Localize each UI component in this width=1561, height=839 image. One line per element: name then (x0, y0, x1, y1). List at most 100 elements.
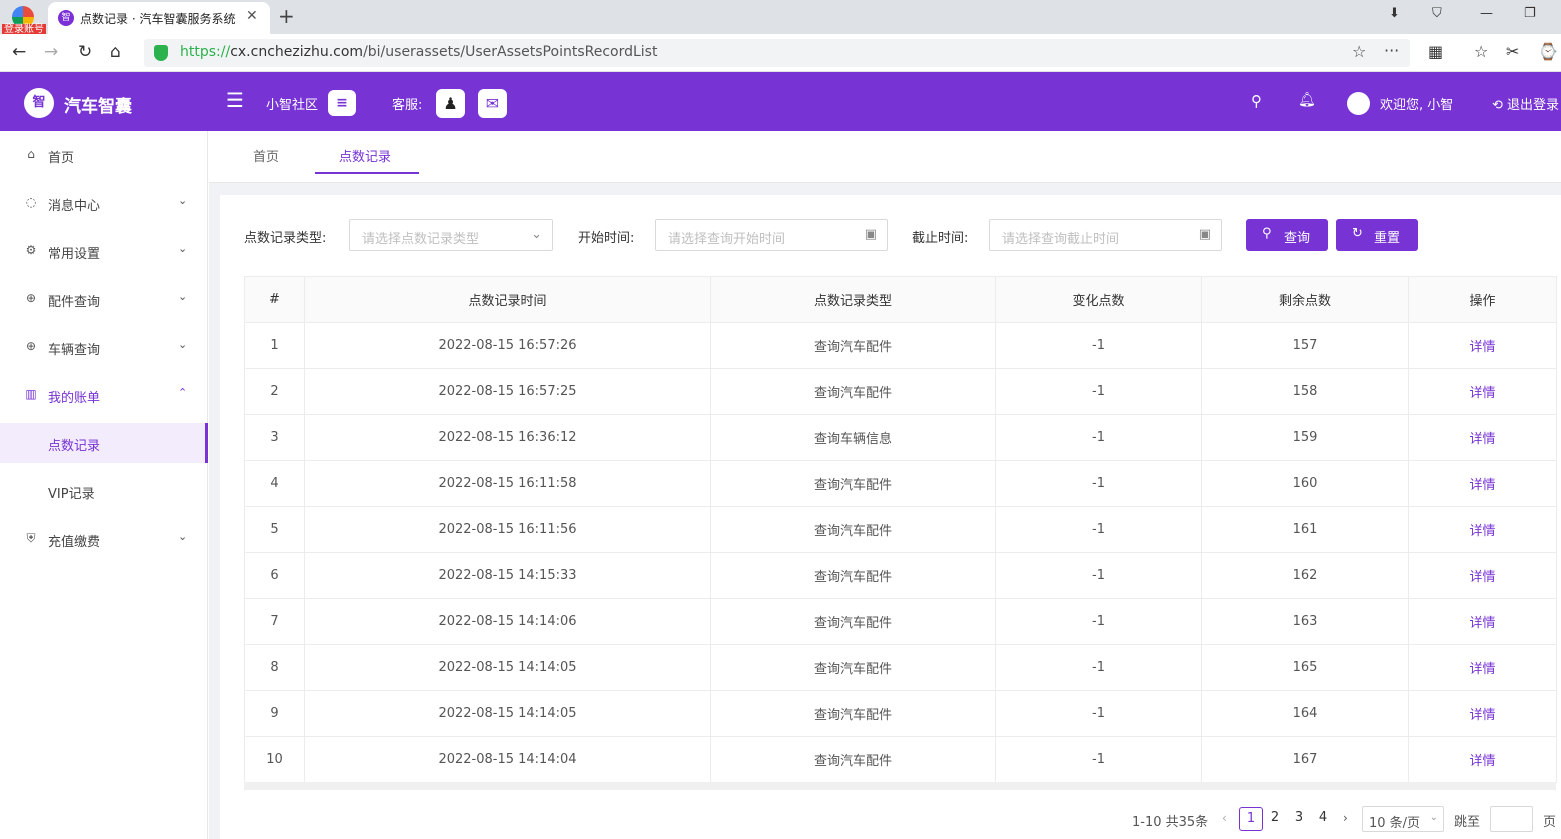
home-icon: ⌂ (27, 147, 35, 161)
search-button[interactable]: ⚲ 查询 (1246, 219, 1328, 251)
calendar-icon: ▣ (864, 227, 877, 242)
tab-close-icon[interactable]: ✕ (246, 8, 258, 24)
table-row: 2 2022-08-15 16:57:25 查询汽车配件 -1 158 详情 (244, 368, 1557, 415)
cell-type: 查询汽车配件 (710, 368, 996, 415)
sidebar-item-recharge[interactable]: ⛨ 充值缴费 ⌄ (0, 519, 208, 559)
cell-index: 2 (244, 368, 305, 415)
detail-link[interactable]: 详情 (1408, 552, 1557, 599)
cell-type: 查询车辆信息 (710, 414, 996, 461)
page-3[interactable]: 3 (1287, 807, 1311, 831)
sidebar-item-vip-record[interactable]: VIP记录 (0, 471, 208, 511)
detail-link[interactable]: 详情 (1408, 506, 1557, 553)
tab-points-record[interactable]: 点数记录 (339, 146, 391, 165)
community-link[interactable]: 小智社区 (266, 94, 318, 113)
bookmark-star-icon[interactable]: ☆ (1352, 42, 1366, 61)
favorites-list-icon[interactable]: ☆ (1474, 42, 1488, 61)
new-tab-icon[interactable]: + (278, 4, 295, 28)
search-icon[interactable]: ⚲ (1251, 92, 1262, 110)
page-1[interactable]: 1 (1239, 807, 1263, 831)
pagination-total: 1-10 共35条 (1132, 815, 1209, 830)
chevron-down-icon: ⌄ (531, 227, 542, 242)
avatar[interactable] (1347, 92, 1370, 115)
detail-link[interactable]: 详情 (1408, 368, 1557, 415)
search-plus-icon: ⊕ (25, 339, 37, 353)
app-logo-icon: 智 (24, 88, 54, 118)
reset-button[interactable]: ↻ 重置 (1336, 219, 1418, 251)
welcome-text[interactable]: 欢迎您, 小智 (1380, 94, 1453, 113)
secure-shield-icon (154, 45, 168, 61)
tab-active-indicator (315, 172, 419, 174)
tab-home[interactable]: 首页 (253, 146, 279, 165)
sidebar-item-settings[interactable]: ⚙ 常用设置 ⌄ (0, 231, 208, 271)
detail-link[interactable]: 详情 (1408, 690, 1557, 737)
cell-time: 2022-08-15 16:57:25 (304, 368, 711, 415)
cell-change: -1 (995, 506, 1202, 553)
sidebar-item-messages[interactable]: ◌ 消息中心 ⌄ (0, 183, 208, 223)
apps-grid-icon[interactable]: ▦ (1428, 42, 1443, 61)
app-header: 智 汽车智囊 ☰ 小智社区 ≡ 客服: ♟ ✉ ⚲ 🔔︎ 欢迎您, 小智 ⟲ 退… (0, 72, 1561, 131)
back-icon[interactable]: ← (12, 42, 26, 62)
type-select[interactable]: 请选择点数记录类型 ⌄ (349, 219, 553, 251)
cell-time: 2022-08-15 16:36:12 (304, 414, 711, 461)
logout-icon: ⟲ (1492, 98, 1503, 113)
wechat-icon[interactable]: ✉ (478, 89, 507, 118)
reload-icon[interactable]: ↻ (78, 42, 92, 62)
history-icon[interactable]: ⌚ (1538, 42, 1558, 61)
search-plus-icon: ⊕ (25, 291, 37, 305)
minimize-icon[interactable]: — (1480, 6, 1493, 21)
end-time-label: 截止时间: (912, 231, 969, 246)
prev-page-icon[interactable]: ‹ (1222, 811, 1227, 825)
cell-change: -1 (995, 460, 1202, 507)
detail-link[interactable]: 详情 (1408, 322, 1557, 369)
detail-link[interactable]: 详情 (1408, 736, 1557, 783)
sidebar-item-home[interactable]: ⌂ 首页 (0, 135, 208, 175)
bell-icon[interactable]: 🔔︎ (1298, 92, 1316, 108)
cell-type: 查询汽车配件 (710, 460, 996, 507)
logout-button[interactable]: ⟲ 退出登录 (1492, 94, 1559, 113)
jump-page-input[interactable] (1490, 806, 1533, 832)
shirt-icon[interactable]: ⛉ (1432, 6, 1442, 21)
tab-title: 点数记录 · 汽车智囊服务系统 (80, 12, 236, 26)
cell-change: -1 (995, 414, 1202, 461)
sidebar-item-my-bills[interactable]: ▥ 我的账单 ⌃ (0, 375, 208, 415)
detail-link[interactable]: 详情 (1408, 460, 1557, 507)
detail-link[interactable]: 详情 (1408, 644, 1557, 691)
restore-icon[interactable]: ❐ (1524, 6, 1536, 21)
table-row: 8 2022-08-15 14:14:05 查询汽车配件 -1 165 详情 (244, 644, 1557, 691)
chat-bubble-icon[interactable]: ≡ (328, 90, 356, 116)
url-input[interactable]: https://cx.cnchezizhu.com/bi/userassets/… (144, 39, 1410, 67)
chevron-down-icon: ⌄ (178, 242, 188, 255)
qq-icon[interactable]: ♟ (436, 89, 465, 118)
gear-icon: ⚙ (25, 243, 37, 257)
sidebar-item-vehicle-query[interactable]: ⊕ 车辆查询 ⌄ (0, 327, 208, 367)
browser-logo[interactable]: 登录账号 (2, 4, 46, 38)
end-time-picker[interactable]: 请选择查询截止时间 ▣ (989, 219, 1222, 251)
home-page-icon[interactable]: ⌂ (110, 42, 121, 62)
next-page-icon[interactable]: › (1343, 811, 1348, 825)
menu-collapse-icon[interactable]: ☰ (226, 88, 244, 112)
page-4[interactable]: 4 (1311, 807, 1335, 831)
start-time-picker[interactable]: 请选择查询开始时间 ▣ (655, 219, 888, 251)
chevron-down-icon: ⌄ (178, 338, 188, 351)
table-row: 6 2022-08-15 14:15:33 查询汽车配件 -1 162 详情 (244, 552, 1557, 599)
sidebar-item-parts-query[interactable]: ⊕ 配件查询 ⌄ (0, 279, 208, 319)
detail-link[interactable]: 详情 (1408, 414, 1557, 461)
address-bar: ← → ↻ ⌂ https://cx.cnchezizhu.com/bi/use… (0, 34, 1561, 72)
detail-link[interactable]: 详情 (1408, 598, 1557, 645)
table-row: 5 2022-08-15 16:11:56 查询汽车配件 -1 161 详情 (244, 506, 1557, 553)
download-icon[interactable]: ⬇ (1389, 6, 1400, 21)
sidebar-item-points-record[interactable]: 点数记录 (0, 423, 208, 463)
cell-remaining: 157 (1201, 322, 1409, 369)
cell-time: 2022-08-15 14:14:04 (304, 736, 711, 783)
cell-index: 10 (244, 736, 305, 783)
type-filter-label: 点数记录类型: (244, 231, 327, 246)
forward-icon[interactable]: → (44, 42, 58, 62)
more-dots-icon[interactable]: ··· (1384, 41, 1399, 60)
page-size-select[interactable]: 10 条/页 ⌄ (1362, 806, 1444, 832)
table-horizontal-scrollbar[interactable] (244, 782, 1556, 790)
scissors-icon[interactable]: ✂ (1506, 42, 1519, 61)
browser-tab-active[interactable]: 智 点数记录 · 汽车智囊服务系统 ✕ (48, 2, 270, 34)
page-2[interactable]: 2 (1263, 807, 1287, 831)
browser-tab-bar: 登录账号 智 点数记录 · 汽车智囊服务系统 ✕ + ⬇ ⛉ — ❐ (0, 0, 1561, 36)
cell-time: 2022-08-15 16:11:56 (304, 506, 711, 553)
